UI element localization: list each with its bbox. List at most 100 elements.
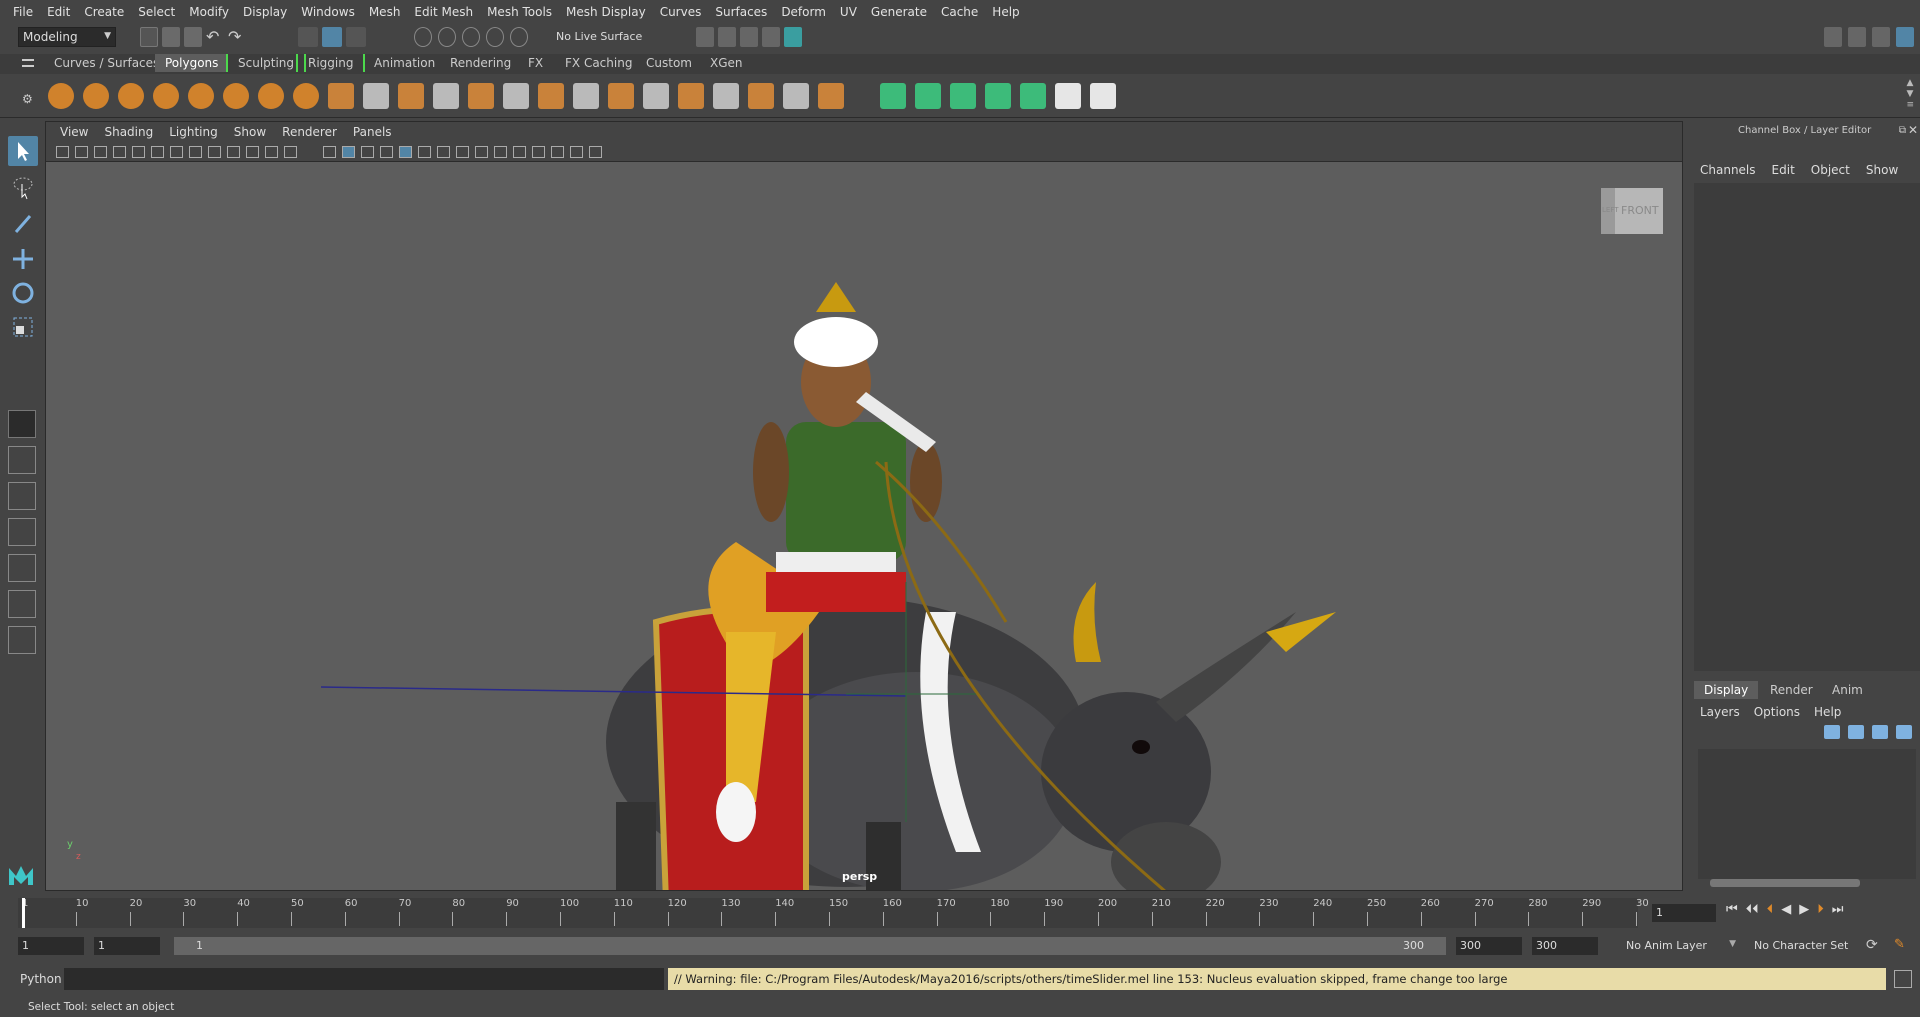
ipr-render-icon[interactable] <box>740 27 758 47</box>
xray-joints-icon[interactable] <box>570 146 583 158</box>
shelf-tab-rendering[interactable]: Rendering <box>440 54 521 72</box>
character-set-dropdown[interactable]: No Character Set <box>1750 937 1862 955</box>
poly-pyramid-icon[interactable] <box>258 83 284 109</box>
animation-end-field[interactable]: 300 <box>1532 937 1598 955</box>
fill-hole-icon[interactable] <box>783 83 809 109</box>
single-perspective-layout-icon[interactable] <box>8 410 36 438</box>
snap-surface-icon[interactable] <box>510 27 528 47</box>
menu-windows[interactable]: Windows <box>294 5 362 19</box>
smooth-icon[interactable] <box>433 83 459 109</box>
unfold-icon[interactable] <box>1020 83 1046 109</box>
ambient-occlusion-icon[interactable] <box>456 146 469 158</box>
hypershade-icon[interactable] <box>784 27 802 47</box>
layer-tab-anim[interactable]: Anim <box>1822 681 1873 699</box>
new-empty-layer-icon[interactable] <box>1872 725 1888 739</box>
menu-mesh-tools[interactable]: Mesh Tools <box>480 5 559 19</box>
xray-components-icon[interactable] <box>589 146 602 158</box>
textured-icon[interactable] <box>399 146 412 158</box>
time-slider[interactable]: 1 10 20 30 40 50 60 70 80 90 100 110 120 130 140 150 160… <box>0 894 1920 934</box>
paint-select-tool-icon[interactable] <box>8 208 38 238</box>
automatic-mapping-icon[interactable] <box>985 83 1011 109</box>
channel-box-float-icon[interactable]: ⧉ <box>1899 125 1906 136</box>
menu-curves[interactable]: Curves <box>653 5 709 19</box>
modeling-toolkit-icon[interactable] <box>1824 27 1842 47</box>
isolate-select-icon[interactable] <box>532 146 545 158</box>
shelf-settings-icon[interactable]: ⚙ <box>22 92 33 106</box>
animation-start-field[interactable]: 1 <box>18 937 84 955</box>
depth-of-field-icon[interactable] <box>513 146 526 158</box>
average-vertices-icon[interactable] <box>503 83 529 109</box>
shelf-tab-polygons[interactable]: Polygons <box>155 54 229 72</box>
time-slider-track[interactable]: 1 10 20 30 40 50 60 70 80 90 100 110 120 130 140 150 160… <box>18 898 1649 928</box>
play-forward-icon[interactable]: ▶ <box>1799 902 1809 917</box>
combine-icon[interactable] <box>328 83 354 109</box>
snap-curve-icon[interactable] <box>438 27 456 47</box>
save-scene-icon[interactable] <box>184 27 202 47</box>
anti-aliasing-icon[interactable] <box>494 146 507 158</box>
grid-icon[interactable] <box>170 146 183 158</box>
menu-cache[interactable]: Cache <box>934 5 985 19</box>
layer-list-scrollbar[interactable] <box>1710 879 1860 887</box>
channel-menu-object[interactable]: Object <box>1811 163 1850 177</box>
select-tool-icon[interactable] <box>8 136 38 166</box>
go-to-end-icon[interactable]: ⏭ <box>1832 902 1844 917</box>
playback-start-field[interactable]: 1 <box>94 937 160 955</box>
menu-modify[interactable]: Modify <box>182 5 236 19</box>
layer-menu-help[interactable]: Help <box>1814 705 1841 719</box>
graph-editor-layout-icon[interactable] <box>8 518 36 546</box>
grease-pencil-icon[interactable] <box>151 146 164 158</box>
extract-icon[interactable] <box>398 83 424 109</box>
xray-icon[interactable] <box>551 146 564 158</box>
bridge-icon[interactable] <box>538 83 564 109</box>
render-settings-icon[interactable] <box>696 27 714 47</box>
bevel-icon[interactable] <box>608 83 634 109</box>
planar-mapping-icon[interactable] <box>915 83 941 109</box>
extrude-icon[interactable] <box>573 83 599 109</box>
shelf-tab-sculpting[interactable]: Sculpting <box>226 54 307 72</box>
layer-menu-layers[interactable]: Layers <box>1700 705 1740 719</box>
use-default-material-icon[interactable] <box>380 146 393 158</box>
snap-view-icon[interactable] <box>486 27 504 47</box>
menu-file[interactable]: File <box>6 5 40 19</box>
shelf-tab-fx-caching[interactable]: FX Caching <box>555 54 642 72</box>
cut-uv-edges-icon[interactable] <box>1090 83 1116 109</box>
wireframe-icon[interactable] <box>323 146 336 158</box>
shelf-tab-xgen[interactable]: XGen <box>700 54 753 72</box>
menu-display[interactable]: Display <box>236 5 294 19</box>
panel-menu-panels[interactable]: Panels <box>345 125 400 139</box>
wireframe-on-shaded-icon[interactable] <box>361 146 374 158</box>
outliner-layout-icon[interactable] <box>8 482 36 510</box>
field-chart-icon[interactable] <box>246 146 259 158</box>
attribute-editor-icon[interactable] <box>1848 27 1866 47</box>
range-slider[interactable]: 1 300 <box>174 937 1446 955</box>
2d-pan-zoom-icon[interactable] <box>132 146 145 158</box>
separate-icon[interactable] <box>363 83 389 109</box>
poly-pipe-icon[interactable] <box>293 83 319 109</box>
script-editor-icon[interactable] <box>1894 970 1912 988</box>
scale-tool-icon[interactable] <box>8 312 38 342</box>
step-back-key-icon[interactable]: ⏴ <box>1767 902 1774 917</box>
uv-editor-icon[interactable] <box>880 83 906 109</box>
menu-edit-mesh[interactable]: Edit Mesh <box>407 5 480 19</box>
hypershade-layout-icon[interactable] <box>8 554 36 582</box>
move-layer-up-icon[interactable] <box>1824 725 1840 739</box>
custom-layout-icon[interactable] <box>8 626 36 654</box>
menu-surfaces[interactable]: Surfaces <box>708 5 774 19</box>
channel-menu-show[interactable]: Show <box>1866 163 1898 177</box>
merge-icon[interactable] <box>818 83 844 109</box>
menu-select[interactable]: Select <box>131 5 182 19</box>
panel-menu-shading[interactable]: Shading <box>96 125 161 139</box>
select-object-icon[interactable] <box>322 27 342 47</box>
menu-deform[interactable]: Deform <box>774 5 833 19</box>
channel-menu-channels[interactable]: Channels <box>1700 163 1756 177</box>
select-component-icon[interactable] <box>346 27 366 47</box>
shelf-tab-animation[interactable]: Animation <box>364 54 445 72</box>
step-back-icon[interactable]: ⏴⏴ <box>1746 902 1759 917</box>
rotate-tool-icon[interactable] <box>8 278 38 308</box>
channel-box-icon[interactable] <box>1896 27 1914 47</box>
image-plane-icon[interactable] <box>113 146 126 158</box>
new-scene-icon[interactable] <box>140 27 158 47</box>
new-layer-from-selection-icon[interactable] <box>1896 725 1912 739</box>
render-view-icon[interactable] <box>762 27 780 47</box>
poly-sphere-icon[interactable] <box>48 83 74 109</box>
